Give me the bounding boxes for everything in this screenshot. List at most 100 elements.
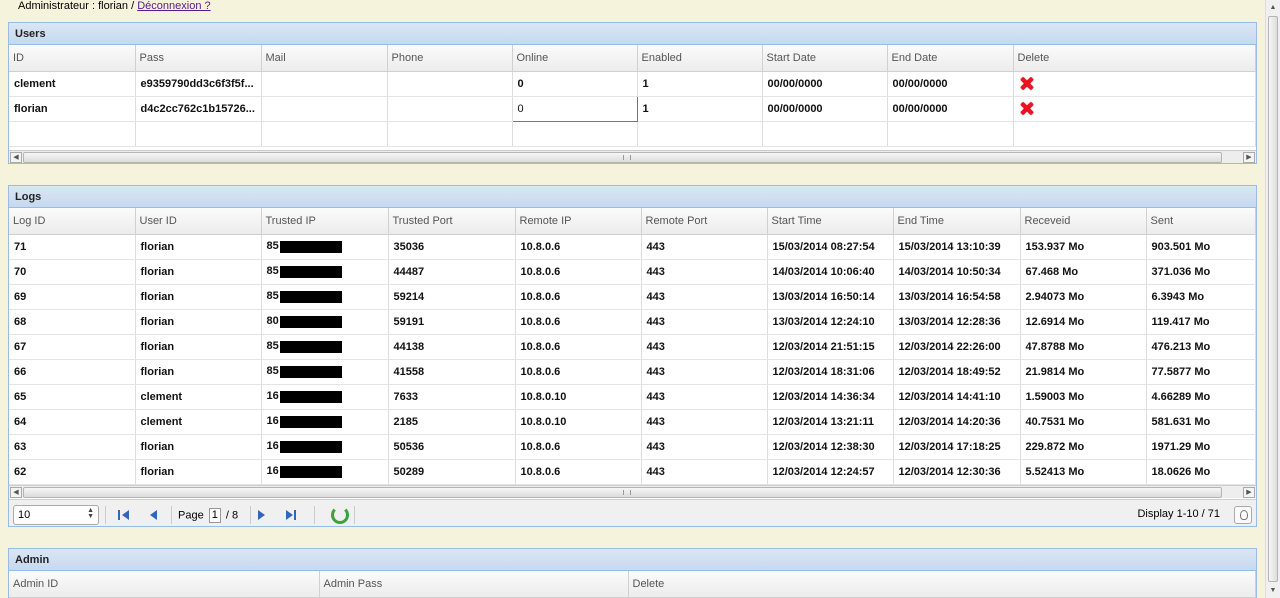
column-header[interactable]: Admin Pass <box>319 571 629 598</box>
cell-start[interactable]: 12/03/2014 18:31:06 <box>767 359 894 385</box>
scroll-thumb[interactable] <box>23 152 1222 163</box>
logs-horizontal-scrollbar[interactable]: ◀ ▶ <box>9 485 1256 498</box>
cell-port[interactable]: 59191 <box>388 309 516 335</box>
cell-sent[interactable]: 6.3943 Mo <box>1146 284 1256 310</box>
column-header[interactable]: Start Time <box>767 208 894 235</box>
cell-remote-port[interactable]: 443 <box>641 434 768 460</box>
cell-end[interactable]: 13/03/2014 12:28:36 <box>893 309 1021 335</box>
cell-start[interactable]: 12/03/2014 21:51:15 <box>767 334 894 360</box>
cell-recv[interactable]: 229.872 Mo <box>1020 434 1147 460</box>
cell-log-id[interactable]: 68 <box>9 309 136 335</box>
page-vertical-scrollbar[interactable]: ▲ ▼ <box>1265 0 1280 598</box>
cell-phone[interactable] <box>387 96 513 122</box>
column-header[interactable]: End Date <box>887 45 1014 72</box>
cell-port[interactable]: 44138 <box>388 334 516 360</box>
cell-ip[interactable]: 85 <box>261 359 389 385</box>
column-header[interactable]: Trusted IP <box>261 208 389 235</box>
cell-phone[interactable] <box>387 71 513 97</box>
cell-sent[interactable]: 4.66289 Mo <box>1146 384 1256 410</box>
cell-sent[interactable]: 903.501 Mo <box>1146 234 1256 260</box>
cell-recv[interactable]: 1.59003 Mo <box>1020 384 1147 410</box>
cell-remote-port[interactable]: 443 <box>641 334 768 360</box>
cell-ip[interactable]: 85 <box>261 284 389 310</box>
cell-remote-ip[interactable]: 10.8.0.6 <box>515 359 642 385</box>
cell-ip[interactable]: 16 <box>261 384 389 410</box>
cell-id[interactable]: clement <box>9 71 136 97</box>
cell-remote-ip[interactable]: 10.8.0.6 <box>515 459 642 485</box>
cell-start[interactable]: 13/03/2014 12:24:10 <box>767 309 894 335</box>
cell-enabled[interactable]: 1 <box>637 71 763 97</box>
cell-sent[interactable]: 119.417 Mo <box>1146 309 1256 335</box>
cell-start[interactable]: 15/03/2014 08:27:54 <box>767 234 894 260</box>
scroll-thumb[interactable] <box>23 487 1222 498</box>
cell-start[interactable]: 12/03/2014 14:36:34 <box>767 384 894 410</box>
cell-port[interactable]: 41558 <box>388 359 516 385</box>
cell-port[interactable]: 44487 <box>388 259 516 285</box>
table-row[interactable]: 69 florian 85 59214 10.8.0.6 443 13/03/2014 16… <box>9 284 1256 310</box>
cell-start[interactable]: 00/00/0000 <box>762 71 888 97</box>
cell-online[interactable]: 0 <box>511 95 638 122</box>
column-header[interactable]: Pass <box>135 45 262 72</box>
cell-user[interactable]: clement <box>135 384 262 410</box>
cell-user[interactable]: florian <box>135 259 262 285</box>
cell-port[interactable]: 59214 <box>388 284 516 310</box>
cell-remote-port[interactable]: 443 <box>641 309 768 335</box>
cell-recv[interactable]: 40.7531 Mo <box>1020 409 1147 435</box>
table-row[interactable]: 66 florian 85 41558 10.8.0.6 443 12/03/2014 18… <box>9 359 1256 385</box>
cell-end[interactable]: 12/03/2014 17:18:25 <box>893 434 1021 460</box>
cell-end[interactable]: 12/03/2014 22:26:00 <box>893 334 1021 360</box>
table-row[interactable]: 70 florian 85 44487 10.8.0.6 443 14/03/2014 10… <box>9 259 1256 285</box>
table-row[interactable]: 71 florian 85 35036 10.8.0.6 443 15/03/2014 08… <box>9 234 1256 260</box>
delete-icon[interactable] <box>1019 76 1034 91</box>
cell-enabled[interactable]: 1 <box>637 96 763 122</box>
next-page-icon[interactable] <box>254 507 270 523</box>
cell-remote-ip[interactable]: 10.8.0.6 <box>515 334 642 360</box>
column-header[interactable]: User ID <box>135 208 262 235</box>
column-header[interactable]: Delete <box>1013 45 1256 72</box>
cell-end[interactable]: 12/03/2014 14:20:36 <box>893 409 1021 435</box>
cell-end[interactable]: 12/03/2014 12:30:36 <box>893 459 1021 485</box>
cell-pass[interactable]: e9359790dd3c6f3f5f... <box>135 71 262 97</box>
cell-recv[interactable]: 5.52413 Mo <box>1020 459 1147 485</box>
cell-log-id[interactable]: 62 <box>9 459 136 485</box>
cell-end[interactable]: 12/03/2014 18:49:52 <box>893 359 1021 385</box>
cell-remote-port[interactable]: 443 <box>641 409 768 435</box>
cell-start[interactable]: 14/03/2014 10:06:40 <box>767 259 894 285</box>
cell-user[interactable]: florian <box>135 234 262 260</box>
scroll-right-icon[interactable]: ▶ <box>1243 487 1255 498</box>
cell-sent[interactable]: 1971.29 Mo <box>1146 434 1256 460</box>
page-size-select[interactable]: 10 ▲ ▼ <box>13 505 99 525</box>
cell-start[interactable]: 12/03/2014 13:21:11 <box>767 409 894 435</box>
cell-remote-ip[interactable]: 10.8.0.6 <box>515 284 642 310</box>
tip-icon[interactable] <box>1234 506 1252 524</box>
cell-recv[interactable]: 67.468 Mo <box>1020 259 1147 285</box>
cell-ip[interactable]: 16 <box>261 459 389 485</box>
cell-remote-port[interactable]: 443 <box>641 384 768 410</box>
cell-recv[interactable]: 12.6914 Mo <box>1020 309 1147 335</box>
cell-end[interactable]: 15/03/2014 13:10:39 <box>893 234 1021 260</box>
cell-ip[interactable]: 80 <box>261 309 389 335</box>
cell-sent[interactable]: 476.213 Mo <box>1146 334 1256 360</box>
table-row[interactable]: 67 florian 85 44138 10.8.0.6 443 12/03/2014 21… <box>9 334 1256 360</box>
current-page-input[interactable]: 1 <box>208 508 221 523</box>
cell-user[interactable]: florian <box>135 309 262 335</box>
cell-end[interactable]: 14/03/2014 10:50:34 <box>893 259 1021 285</box>
delete-icon[interactable] <box>1019 101 1034 116</box>
table-row[interactable]: 62 florian 16 50289 10.8.0.6 443 12/03/2014 12… <box>9 459 1256 485</box>
cell-port[interactable]: 35036 <box>388 234 516 260</box>
cell-sent[interactable]: 77.5877 Mo <box>1146 359 1256 385</box>
cell-start[interactable]: 12/03/2014 12:38:30 <box>767 434 894 460</box>
cell-recv[interactable]: 47.8788 Mo <box>1020 334 1147 360</box>
column-header[interactable]: Phone <box>387 45 513 72</box>
column-header[interactable]: Admin ID <box>9 571 320 598</box>
cell-end[interactable]: 13/03/2014 16:54:58 <box>893 284 1021 310</box>
scroll-up-icon[interactable]: ▲ <box>1267 1 1279 14</box>
cell-remote-ip[interactable]: 10.8.0.10 <box>515 384 642 410</box>
column-header[interactable]: Mail <box>261 45 388 72</box>
cell-remote-port[interactable]: 443 <box>641 359 768 385</box>
cell-ip[interactable]: 85 <box>261 234 389 260</box>
cell-start[interactable]: 00/00/0000 <box>762 96 888 122</box>
cell-port[interactable]: 50289 <box>388 459 516 485</box>
cell-remote-ip[interactable]: 10.8.0.6 <box>515 234 642 260</box>
column-header[interactable]: End Time <box>893 208 1021 235</box>
